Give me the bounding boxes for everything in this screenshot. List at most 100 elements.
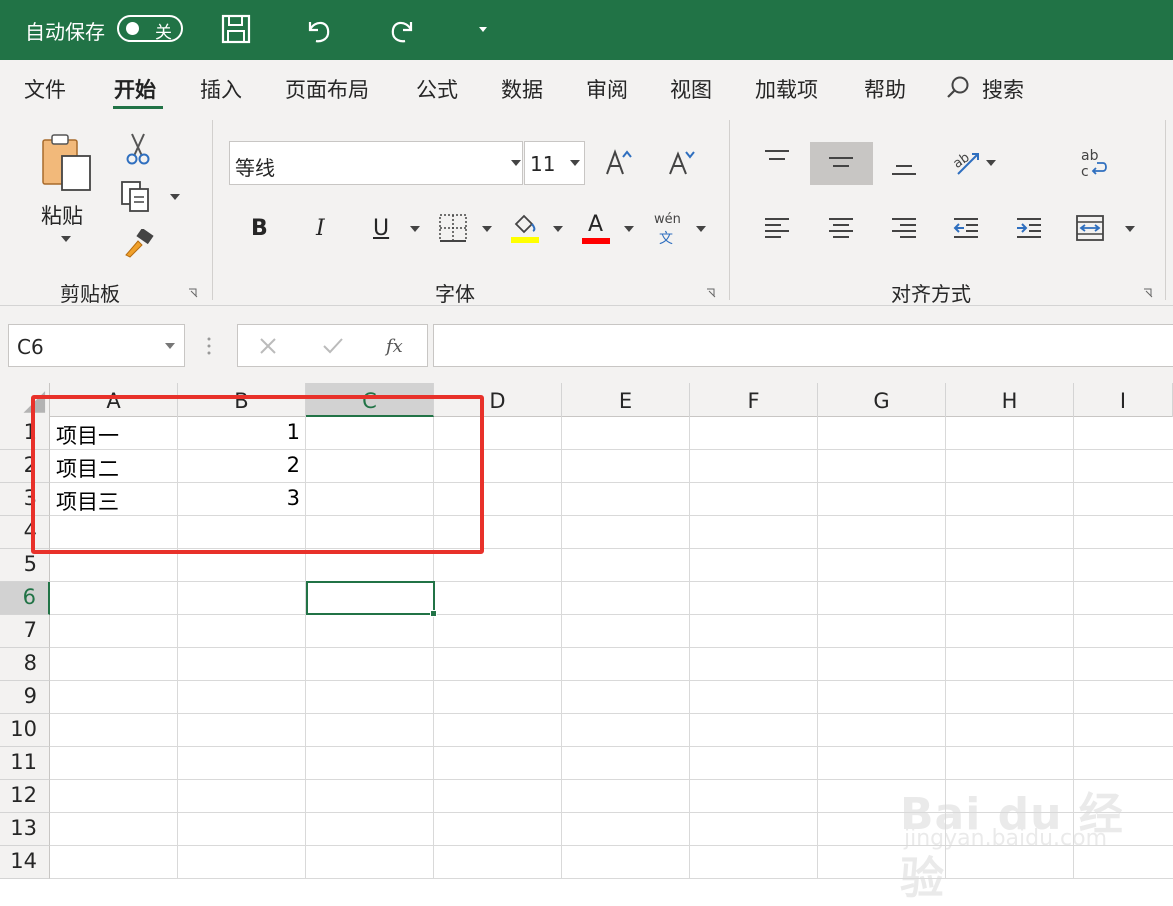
- row-header-12[interactable]: 12: [0, 780, 50, 813]
- font-name-combobox[interactable]: 等线: [229, 141, 523, 185]
- align-center-icon[interactable]: [827, 216, 855, 242]
- borders-dropdown-arrow[interactable]: [482, 226, 492, 232]
- undo-icon[interactable]: [302, 12, 336, 46]
- fill-color-icon[interactable]: [510, 210, 540, 244]
- ribbon-tabs: 文件 开始 插入 页面布局 公式 数据 审阅 视图 加载项 帮助 搜索: [0, 60, 1173, 112]
- row-header-11[interactable]: 11: [0, 747, 50, 780]
- active-cell-border[interactable]: [306, 581, 435, 615]
- copy-icon[interactable]: [120, 180, 154, 214]
- clipboard-dialog-launcher-icon[interactable]: [188, 288, 198, 298]
- tab-home[interactable]: 开始: [114, 74, 156, 104]
- fill-color-dropdown-arrow[interactable]: [553, 226, 563, 232]
- formula-input[interactable]: [433, 324, 1173, 367]
- format-painter-icon[interactable]: [122, 229, 156, 259]
- font-color-button[interactable]: A: [588, 212, 603, 237]
- row-header-10[interactable]: 10: [0, 714, 50, 747]
- title-bar: 自动保存 关: [0, 0, 1173, 60]
- svg-text:ab: ab: [1081, 148, 1099, 164]
- paste-dropdown-arrow[interactable]: [61, 236, 71, 242]
- font-size-dropdown-arrow[interactable]: [570, 160, 580, 166]
- row-gridline: [50, 647, 1173, 648]
- formula-buttons: fx: [237, 324, 428, 367]
- enter-check-icon[interactable]: [322, 336, 344, 356]
- orientation-icon[interactable]: ab: [950, 146, 984, 176]
- column-header-G[interactable]: G: [818, 383, 946, 417]
- column-header-E[interactable]: E: [562, 383, 690, 417]
- redo-icon[interactable]: [385, 12, 419, 46]
- orientation-dropdown-arrow[interactable]: [986, 160, 996, 166]
- active-tab-indicator: [113, 106, 163, 109]
- svg-text:ab: ab: [951, 150, 973, 172]
- name-box-dropdown-arrow[interactable]: [165, 343, 175, 349]
- align-right-icon[interactable]: [890, 216, 918, 242]
- cancel-icon[interactable]: [258, 336, 278, 356]
- underline-dropdown-arrow[interactable]: [410, 226, 420, 232]
- merge-dropdown-arrow[interactable]: [1125, 226, 1135, 232]
- column-header-F[interactable]: F: [690, 383, 818, 417]
- customize-dropdown-icon[interactable]: [470, 12, 504, 46]
- bottom-align-icon[interactable]: [890, 156, 918, 180]
- tab-formulas[interactable]: 公式: [416, 74, 458, 104]
- tab-data[interactable]: 数据: [501, 74, 543, 104]
- row-header-6[interactable]: 6: [0, 582, 50, 615]
- row-header-14[interactable]: 14: [0, 846, 50, 879]
- cut-icon[interactable]: [124, 132, 152, 166]
- column-gridline: [561, 417, 562, 879]
- search-label[interactable]: 搜索: [982, 74, 1024, 104]
- top-align-icon[interactable]: [763, 148, 791, 172]
- tab-help[interactable]: 帮助: [864, 74, 906, 104]
- phonetic-top[interactable]: wén: [654, 212, 681, 227]
- formula-bar-grip-icon[interactable]: [205, 336, 213, 356]
- column-header-H[interactable]: H: [946, 383, 1074, 417]
- underline-button[interactable]: U: [373, 216, 389, 241]
- tab-addins[interactable]: 加载项: [755, 74, 818, 104]
- row-header-13[interactable]: 13: [0, 813, 50, 846]
- name-box[interactable]: C6: [8, 324, 185, 367]
- wrap-text-icon[interactable]: ab c: [1079, 146, 1111, 180]
- row-header-7[interactable]: 7: [0, 615, 50, 648]
- tab-view[interactable]: 视图: [670, 74, 712, 104]
- name-box-value: C6: [17, 335, 44, 359]
- font-size-combobox[interactable]: 11: [524, 141, 585, 185]
- fill-handle[interactable]: [430, 610, 437, 617]
- copy-dropdown-arrow[interactable]: [170, 194, 180, 200]
- tab-file[interactable]: 文件: [24, 74, 66, 104]
- formula-bar: C6 fx: [0, 306, 1173, 383]
- font-dialog-launcher-icon[interactable]: [706, 288, 716, 298]
- phonetic-dropdown-arrow[interactable]: [696, 226, 706, 232]
- align-left-icon[interactable]: [763, 216, 791, 242]
- tab-review[interactable]: 审阅: [586, 74, 628, 104]
- font-size-value: 11: [530, 152, 556, 176]
- tab-page-layout[interactable]: 页面布局: [285, 74, 369, 104]
- row-header-9[interactable]: 9: [0, 681, 50, 714]
- font-name-dropdown-arrow[interactable]: [511, 160, 521, 166]
- paste-icon[interactable]: [38, 132, 96, 202]
- watermark-url: jingyan.baidu.com: [904, 826, 1108, 851]
- font-group-label: 字体: [435, 282, 475, 306]
- row-gridline: [50, 614, 1173, 615]
- phonetic-bottom[interactable]: 文: [659, 228, 673, 248]
- bold-button[interactable]: B: [251, 216, 268, 241]
- merge-center-icon[interactable]: [1075, 214, 1105, 242]
- borders-icon[interactable]: [438, 213, 468, 243]
- decrease-font-size-icon[interactable]: [667, 148, 697, 178]
- decrease-indent-icon[interactable]: [952, 216, 980, 242]
- paste-label[interactable]: 粘贴: [41, 200, 83, 230]
- font-color-dropdown-arrow[interactable]: [624, 226, 634, 232]
- alignment-group-label: 对齐方式: [891, 282, 971, 306]
- italic-button[interactable]: I: [316, 216, 325, 241]
- middle-align-icon[interactable]: [827, 152, 855, 176]
- increase-font-size-icon[interactable]: [604, 148, 634, 178]
- row-header-8[interactable]: 8: [0, 648, 50, 681]
- column-header-I[interactable]: I: [1074, 383, 1173, 417]
- clipboard-group-label: 剪贴板: [60, 282, 120, 306]
- increase-indent-icon[interactable]: [1015, 216, 1043, 242]
- search-icon[interactable]: [945, 74, 971, 100]
- svg-text:fx: fx: [384, 336, 403, 357]
- insert-function-icon[interactable]: fx: [384, 333, 408, 359]
- toggle-knob: [126, 22, 139, 35]
- tab-insert[interactable]: 插入: [200, 74, 242, 104]
- save-icon[interactable]: [219, 12, 253, 46]
- autosave-toggle[interactable]: 关: [117, 15, 183, 43]
- alignment-dialog-launcher-icon[interactable]: [1143, 288, 1153, 298]
